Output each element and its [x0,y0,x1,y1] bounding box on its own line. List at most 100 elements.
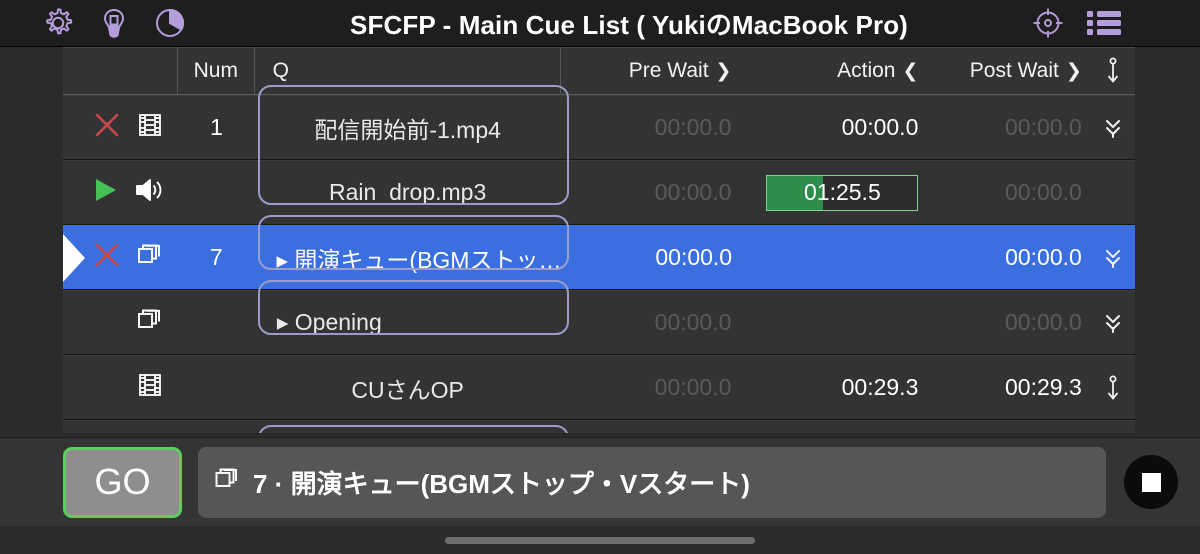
pre-wait-time: 00:00.0 [654,114,732,140]
row-q-cell[interactable]: CUさんOP [255,356,561,419]
row-q-label: ▸ 開演キュー(BGMストッ… [276,246,562,273]
film-icon [139,374,162,396]
header-q[interactable]: Q [255,47,561,95]
playhead-marker [63,226,89,289]
table-row[interactable]: 1 配信開始前-1.mp4 00:00.0 00:00.0 00:00.0 [63,95,1135,160]
pre-wait-time: 00:00.0 [654,179,732,205]
row-pre-wait[interactable]: 00:00.0 [561,226,748,289]
row-action[interactable]: 00:29.3 [747,356,934,419]
row-num [178,161,255,224]
home-indicator[interactable] [445,536,755,544]
stop-icon [1141,472,1161,492]
row-pre-wait[interactable]: 00:00.0 [560,356,747,419]
film-icon [139,114,162,136]
x-icon[interactable] [92,240,122,275]
cue-list-table: Num Q Pre Wait ❯ Action ❮ Post Wait ❯ 1 … [63,47,1135,437]
gear-icon[interactable] [30,0,86,46]
cue-list-table-wrapper: Num Q Pre Wait ❯ Action ❮ Post Wait ❯ 1 … [0,47,1200,437]
row-q-cell[interactable]: ▸ Opening [255,291,561,354]
anchor-icon [1108,375,1119,400]
row-continue[interactable] [1092,356,1135,419]
row-q-cell[interactable]: ▸ 開演キュー(BGMストッ… [254,226,561,289]
toolbar-right-group [1020,0,1200,46]
row-flags [63,161,178,224]
header-continue[interactable] [1092,47,1135,95]
film-icon[interactable] [136,111,164,144]
row-action[interactable] [748,226,935,289]
row-post-wait[interactable]: 00:00.0 [934,291,1091,354]
header-action[interactable]: Action ❮ [747,47,934,95]
row-continue[interactable] [1092,161,1135,224]
row-flags [63,291,178,354]
row-post-wait[interactable]: 00:29.3 [934,356,1091,419]
group-icon [138,244,160,263]
header-num[interactable]: Num [178,47,255,95]
header-post-wait[interactable]: Post Wait ❯ [934,47,1091,95]
group-icon[interactable] [136,241,164,274]
row-pre-wait[interactable]: 00:00.0 [560,161,747,224]
row-flags [63,96,178,159]
current-cue-display[interactable]: 7 · 開演キュー(BGMストップ・Vスタート) [198,446,1106,518]
lightbulb-icon[interactable] [86,0,142,46]
action-time: 01:25.5 [804,179,881,205]
row-num [178,356,255,419]
go-button[interactable]: GO [63,446,182,518]
target-icon[interactable] [1020,0,1076,46]
group-icon [214,466,241,498]
row-post-wait[interactable]: 00:00.0 [934,96,1091,159]
speaker-icon [136,179,162,201]
table-row[interactable]: ▸ Opening 00:00.0 00:00.0 [63,290,1135,355]
table-row[interactable]: CUさんOP 00:00.0 00:29.3 00:29.3 [63,355,1135,420]
pre-wait-time: 00:00.0 [654,309,732,335]
header-post-wait-label: Post Wait [969,59,1059,82]
transport-bar: GO 7 · 開演キュー(BGMストップ・Vスタート) [0,437,1200,526]
cue-list-app: SFCFP - Main Cue List ( YukiのMacBook Pro… [0,0,1200,554]
row-continue[interactable] [1092,226,1135,289]
row-q-cell[interactable]: Rain_drop.mp3 [255,161,561,224]
double-chevron-down-icon [1106,249,1121,268]
speaker-icon[interactable] [134,176,164,209]
pre-wait-time: 00:00.0 [655,244,733,270]
play-icon [96,179,117,201]
row-post-wait[interactable]: 00:00.0 [934,161,1091,224]
row-action[interactable] [747,291,934,354]
film-icon[interactable] [136,371,164,404]
row-action[interactable]: 00:00.0 [747,96,934,159]
row-pre-wait[interactable]: 00:00.0 [560,291,747,354]
row-num: 7 [209,244,223,270]
list-icon[interactable] [1076,0,1132,46]
row-num: 1 [210,114,223,140]
double-chevron-down-icon [1106,119,1121,138]
row-pre-wait[interactable]: 00:00.0 [560,96,747,159]
top-toolbar: SFCFP - Main Cue List ( YukiのMacBook Pro… [0,0,1200,47]
anchor-icon [1108,57,1119,83]
play-icon[interactable] [90,175,120,210]
action-progress-bar[interactable]: 01:25.5 [766,174,919,211]
group-icon[interactable] [136,306,164,339]
disclosure-triangle-icon: ▸ [276,309,289,335]
chevron-left-icon: ❮ [902,60,919,82]
row-continue[interactable] [1092,291,1135,354]
header-pre-wait-label: Pre Wait [628,59,709,82]
row-num [178,291,255,354]
table-row[interactable]: 7 ▸ 開演キュー(BGMストッ… 00:00.0 00:00.0 [63,225,1135,290]
row-action[interactable]: 01:25.5 [747,161,934,224]
table-row[interactable]: Rain_drop.mp3 00:00.0 01:25.5 00:00.0 [63,160,1135,225]
double-chevron-down-icon [1106,314,1121,333]
x-icon[interactable] [92,110,122,145]
row-q-cell[interactable]: 配信開始前-1.mp4 [255,96,561,159]
row-q-label: Rain_drop.mp3 [329,179,487,205]
stop-button[interactable] [1124,455,1178,509]
table-row-partial[interactable] [63,420,1135,433]
pie-chart-icon[interactable] [142,0,198,46]
post-wait-time: 00:00.0 [1005,114,1082,140]
row-continue[interactable] [1092,96,1135,159]
row-q-label: ▸ Opening [276,309,382,335]
current-cue-label: 7 · 開演キュー(BGMストップ・Vスタート) [253,468,750,499]
disclosure-triangle-icon: ▸ [276,246,289,273]
row-post-wait[interactable]: 00:00.0 [935,226,1092,289]
header-pre-wait[interactable]: Pre Wait ❯ [561,47,748,95]
header-flags [63,47,178,95]
row-q-label: 配信開始前-1.mp4 [314,116,501,143]
header-action-label: Action [837,59,896,82]
